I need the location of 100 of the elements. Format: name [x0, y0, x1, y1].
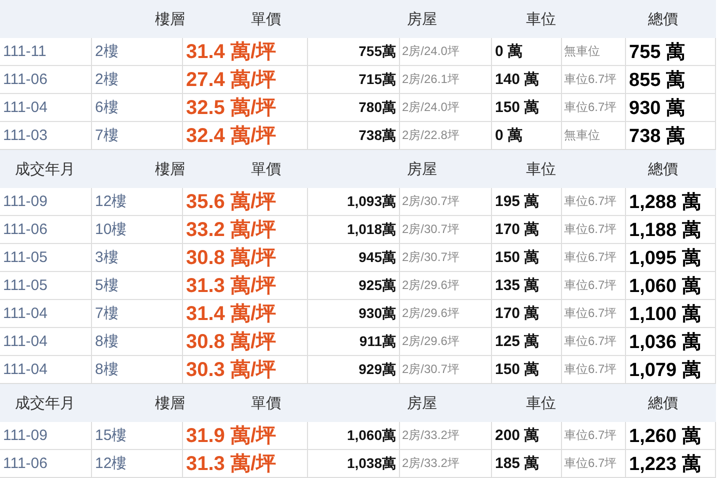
unit-price-cell: 30.8 萬/坪 [183, 244, 308, 271]
house-detail-cell: 2房/30.7坪 [400, 244, 492, 271]
total-price-cell: 1,036 萬 [626, 328, 716, 355]
unit-price-cell: 30.3 萬/坪 [183, 356, 308, 383]
total-price-cell: 738 萬 [626, 122, 716, 149]
parking-detail-cell: 車位6.7坪 [562, 188, 626, 215]
column-header: 單價 [251, 10, 281, 28]
column-header: 房屋 [407, 160, 437, 178]
parking-price-cell: 140 萬 [492, 66, 562, 93]
parking-detail-cell: 車位6.7坪 [562, 450, 626, 477]
unit-price-cell: 32.4 萬/坪 [183, 122, 308, 149]
house-detail-cell: 2房/29.6坪 [400, 300, 492, 327]
column-header: 車位 [526, 394, 556, 412]
parking-price-cell: 150 萬 [492, 94, 562, 121]
total-price-cell: 1,223 萬 [626, 450, 716, 477]
house-price-cell: 911萬 [308, 328, 400, 355]
house-price-cell: 929萬 [308, 356, 400, 383]
house-price-cell: 780萬 [308, 94, 400, 121]
date-cell: 111-06 [0, 66, 92, 93]
house-price-cell: 755萬 [308, 38, 400, 65]
parking-detail-cell: 車位6.7坪 [562, 66, 626, 93]
parking-detail-cell: 車位6.7坪 [562, 216, 626, 243]
house-detail-cell: 2房/22.8坪 [400, 122, 492, 149]
house-detail-cell: 2房/30.7坪 [400, 216, 492, 243]
parking-price-cell: 185 萬 [492, 450, 562, 477]
parking-detail-cell: 無車位 [562, 122, 626, 149]
parking-detail-cell: 車位6.7坪 [562, 300, 626, 327]
total-price-cell: 1,288 萬 [626, 188, 716, 215]
house-detail-cell: 2房/29.6坪 [400, 272, 492, 299]
floor-cell: 3樓 [92, 244, 183, 271]
date-cell: 111-04 [0, 300, 92, 327]
floor-cell: 7樓 [92, 300, 183, 327]
unit-price-cell: 31.4 萬/坪 [183, 38, 308, 65]
column-header: 單價 [251, 394, 281, 412]
parking-detail-cell: 車位6.7坪 [562, 94, 626, 121]
column-header: 房屋 [407, 10, 437, 28]
house-detail-cell: 2房/24.0坪 [400, 94, 492, 121]
column-header: 成交年月 [15, 394, 75, 412]
parking-price-cell: 125 萬 [492, 328, 562, 355]
parking-price-cell: 170 萬 [492, 216, 562, 243]
date-cell: 111-09 [0, 188, 92, 215]
column-header: 車位 [526, 160, 556, 178]
column-header: 車位 [526, 10, 556, 28]
house-detail-cell: 2房/26.1坪 [400, 66, 492, 93]
parking-detail-cell: 車位6.7坪 [562, 272, 626, 299]
unit-price-cell: 30.8 萬/坪 [183, 328, 308, 355]
parking-price-cell: 135 萬 [492, 272, 562, 299]
column-header: 總價 [648, 160, 678, 178]
floor-cell: 8樓 [92, 328, 183, 355]
floor-cell: 6樓 [92, 94, 183, 121]
unit-price-cell: 31.9 萬/坪 [183, 422, 308, 449]
unit-price-cell: 33.2 萬/坪 [183, 216, 308, 243]
total-price-cell: 1,188 萬 [626, 216, 716, 243]
floor-cell: 5樓 [92, 272, 183, 299]
floor-cell: 2樓 [92, 66, 183, 93]
floor-cell: 15樓 [92, 422, 183, 449]
parking-price-cell: 150 萬 [492, 356, 562, 383]
column-header: 總價 [648, 394, 678, 412]
house-detail-cell: 2房/33.2坪 [400, 450, 492, 477]
house-detail-cell: 2房/30.7坪 [400, 356, 492, 383]
total-price-cell: 930 萬 [626, 94, 716, 121]
floor-cell: 7樓 [92, 122, 183, 149]
house-price-cell: 1,060萬 [308, 422, 400, 449]
date-cell: 111-09 [0, 422, 92, 449]
house-detail-cell: 2房/30.7坪 [400, 188, 492, 215]
column-header: 單價 [251, 160, 281, 178]
house-price-cell: 738萬 [308, 122, 400, 149]
column-header: 成交年月 [15, 160, 75, 178]
total-price-cell: 855 萬 [626, 66, 716, 93]
date-cell: 111-06 [0, 450, 92, 477]
parking-detail-cell: 車位6.7坪 [562, 422, 626, 449]
parking-price-cell: 0 萬 [492, 122, 562, 149]
column-header: 樓層 [155, 10, 185, 28]
parking-price-cell: 0 萬 [492, 38, 562, 65]
house-price-cell: 1,093萬 [308, 188, 400, 215]
total-price-cell: 1,260 萬 [626, 422, 716, 449]
house-price-cell: 945萬 [308, 244, 400, 271]
parking-price-cell: 200 萬 [492, 422, 562, 449]
total-price-cell: 1,060 萬 [626, 272, 716, 299]
parking-detail-cell: 車位6.7坪 [562, 244, 626, 271]
unit-price-cell: 32.5 萬/坪 [183, 94, 308, 121]
date-cell: 111-05 [0, 272, 92, 299]
house-price-cell: 1,018萬 [308, 216, 400, 243]
house-detail-cell: 2房/24.0坪 [400, 38, 492, 65]
unit-price-cell: 27.4 萬/坪 [183, 66, 308, 93]
date-cell: 111-06 [0, 216, 92, 243]
parking-detail-cell: 車位6.7坪 [562, 328, 626, 355]
unit-price-cell: 31.3 萬/坪 [183, 450, 308, 477]
parking-detail-cell: 車位6.7坪 [562, 356, 626, 383]
total-price-cell: 1,100 萬 [626, 300, 716, 327]
unit-price-cell: 31.4 萬/坪 [183, 300, 308, 327]
house-detail-cell: 2房/33.2坪 [400, 422, 492, 449]
date-cell: 111-03 [0, 122, 92, 149]
total-price-cell: 1,079 萬 [626, 356, 716, 383]
floor-cell: 8樓 [92, 356, 183, 383]
total-price-cell: 1,095 萬 [626, 244, 716, 271]
house-price-cell: 715萬 [308, 66, 400, 93]
date-cell: 111-04 [0, 94, 92, 121]
column-header: 樓層 [155, 394, 185, 412]
date-cell: 111-05 [0, 244, 92, 271]
